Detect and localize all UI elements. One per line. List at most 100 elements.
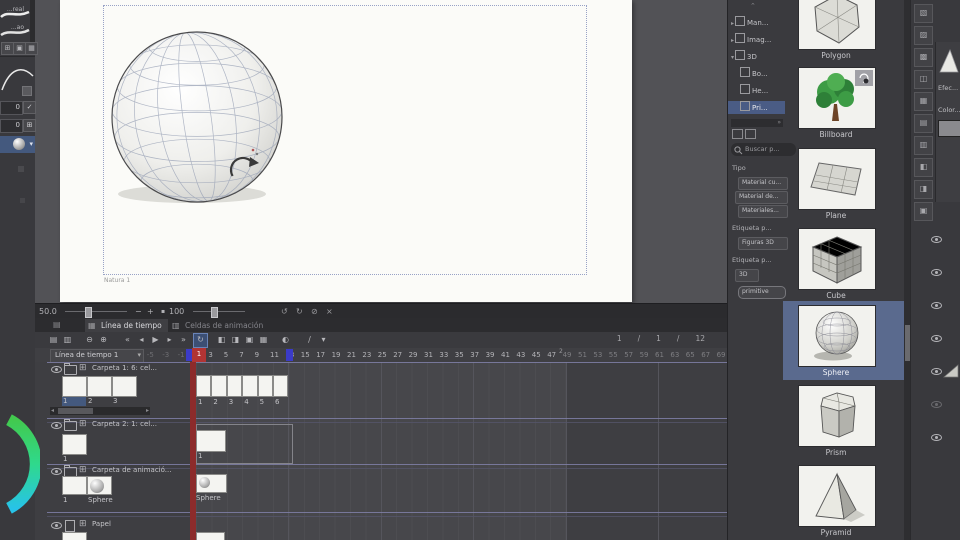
hand-tool-icon[interactable] xyxy=(22,86,32,96)
tree-item-imag[interactable]: ▸ Imag... xyxy=(728,33,785,46)
close-icon[interactable]: × xyxy=(326,306,333,317)
skip-to-end-icon[interactable]: » xyxy=(177,333,190,346)
timeline-cel[interactable] xyxy=(242,375,258,397)
timeline-cel[interactable] xyxy=(196,532,225,540)
filter-tag-primitive[interactable]: primitive xyxy=(738,286,786,299)
onion-skin-settings-icon[interactable]: ▣ xyxy=(243,333,256,346)
filter-type-option-1[interactable]: Material cu... xyxy=(738,177,788,190)
filter-tag-figuras-3d[interactable]: Figuras 3D xyxy=(738,237,788,250)
layer-name[interactable]: Carpeta 1: 6: cel... xyxy=(92,364,157,372)
cel-thumbnail[interactable] xyxy=(87,376,112,397)
filter-type-option-3[interactable]: Materiales... xyxy=(738,205,788,218)
expand-plus-icon[interactable]: ⊞ xyxy=(79,466,87,475)
new-folder-icon[interactable] xyxy=(732,129,743,139)
material-thumbnail-cube-icon[interactable] xyxy=(798,228,876,290)
play-icon[interactable]: ▶ xyxy=(149,333,162,346)
panel-icon-5[interactable]: ▦ xyxy=(914,92,933,111)
expander-icon[interactable]: ▸ xyxy=(731,37,734,44)
layer-visibility-eye-icon[interactable] xyxy=(931,269,942,276)
panel-icon-7[interactable]: ▥ xyxy=(914,136,933,155)
tree-item-he[interactable]: He... xyxy=(728,84,785,97)
keyframe-menu-icon[interactable]: ▾ xyxy=(317,333,330,346)
material-item-prism[interactable]: Prism xyxy=(784,385,904,461)
expand-plus-icon[interactable]: ⊞ xyxy=(79,420,87,429)
cel-thumbnail[interactable] xyxy=(62,434,87,455)
skip-to-start-icon[interactable]: « xyxy=(121,333,134,346)
panel-icon-4[interactable]: ◫ xyxy=(914,70,933,89)
zoom-in-icon[interactable]: ⊕ xyxy=(97,333,110,346)
timeline-selector-dropdown[interactable]: Línea de tiempo 1 ▾ xyxy=(50,349,144,363)
rotate-left-icon[interactable]: ↺ xyxy=(281,306,288,317)
layer-visibility-eye-icon[interactable] xyxy=(51,422,62,429)
layer-visibility-eye-icon[interactable] xyxy=(931,236,942,243)
timeline-list-icon[interactable]: ▥ xyxy=(61,333,74,346)
panel-icon-9[interactable]: ◨ xyxy=(914,180,933,199)
layer-visibility-eye-icon[interactable] xyxy=(931,401,942,408)
layer-name[interactable]: Papel xyxy=(92,520,111,528)
canvas-workspace[interactable]: Natura 1 xyxy=(35,0,727,303)
material-thumbnail-prism-icon[interactable] xyxy=(798,385,876,447)
timeline-ruler[interactable]: Línea de tiempo 1 ▾ -5-3-135791113151719… xyxy=(35,348,727,363)
material-item-cube[interactable]: Cube xyxy=(784,228,904,304)
material-thumbnail-pyramid-icon[interactable] xyxy=(798,465,876,527)
layer-visibility-eye-icon[interactable] xyxy=(931,434,942,441)
rotation-slider[interactable] xyxy=(193,311,245,312)
layer-visibility-eye-icon[interactable] xyxy=(51,468,62,475)
brush-tip-selected-row[interactable]: ▾ xyxy=(0,136,35,153)
material-item-plane[interactable]: Plane xyxy=(784,148,904,224)
zoom-out-button[interactable]: − xyxy=(135,306,142,317)
zoom-in-button[interactable]: + xyxy=(147,306,154,317)
layer-visibility-eye-icon[interactable] xyxy=(931,368,942,375)
cel-thumbnail[interactable] xyxy=(62,476,87,495)
layer-visibility-eye-icon[interactable] xyxy=(51,522,62,529)
tab-animation-cels[interactable]: ▥ Celdas de animación xyxy=(169,319,269,332)
folder-options-icon[interactable] xyxy=(745,129,756,139)
cel-thumbnail[interactable] xyxy=(62,376,87,397)
previous-frame-icon[interactable]: ◂ xyxy=(135,333,148,346)
cel-row-scrollbar[interactable]: ◂ ▸ xyxy=(50,407,150,415)
zoom-slider[interactable] xyxy=(65,311,127,312)
timeline-cel[interactable] xyxy=(211,375,227,397)
timeline-tracks[interactable]: ⊞ Carpeta 1: 6: cel... 123 ◂ ▸ 123456 ⊞ … xyxy=(35,362,727,540)
cel-thumbnail-sphere[interactable] xyxy=(87,476,112,495)
zoom-out-icon[interactable]: ⊖ xyxy=(83,333,96,346)
playhead[interactable]: 1 xyxy=(192,348,206,362)
tree-item-pri[interactable]: Pri... xyxy=(728,101,785,114)
material-thumbnail-polygon-icon[interactable] xyxy=(798,0,876,50)
material-item-billboard[interactable]: Billboard xyxy=(784,67,904,143)
normal-line-icon[interactable]: ∕ xyxy=(303,333,316,346)
timeline-cel[interactable] xyxy=(196,375,212,397)
material-thumbnail-billboard-icon[interactable] xyxy=(798,67,876,129)
zoom-slider-handle[interactable] xyxy=(85,307,92,318)
tree-item-man[interactable]: ▸ Man... xyxy=(728,16,785,29)
timeline-cel[interactable] xyxy=(196,430,226,452)
show-cels-icon[interactable]: ▦ xyxy=(257,333,270,346)
cel-thumbnail[interactable] xyxy=(112,376,137,397)
color-swatch[interactable] xyxy=(938,120,960,137)
material-thumbnail-plane-icon[interactable] xyxy=(798,148,876,210)
expand-plus-icon[interactable]: ⊞ xyxy=(79,520,87,529)
value-stepper-1[interactable]: 0 xyxy=(0,101,23,115)
material-item-pyramid[interactable]: Pyramid xyxy=(784,465,904,540)
preset-icon-3[interactable]: ▦ xyxy=(25,42,38,55)
next-frame-icon[interactable]: ▸ xyxy=(163,333,176,346)
panel-menu-icon[interactable]: ▤ xyxy=(53,320,61,329)
check-button-2[interactable]: ⊞ xyxy=(23,119,36,132)
reset-view-icon[interactable]: ⊘ xyxy=(311,306,318,317)
material-item-sphere[interactable]: Sphere xyxy=(783,301,911,381)
color-wheel[interactable] xyxy=(0,386,40,540)
check-button-1[interactable]: ✓ xyxy=(23,101,36,114)
onion-skin-next-icon[interactable]: ◨ xyxy=(229,333,242,346)
panel-icon-3[interactable]: ▩ xyxy=(914,48,933,67)
timeline-cel[interactable] xyxy=(226,375,243,397)
panel-icon-8[interactable]: ◧ xyxy=(914,158,933,177)
playback-end-marker[interactable] xyxy=(286,349,293,361)
layer-name[interactable]: Carpeta 2: 1: cel... xyxy=(92,420,157,428)
loop-playback-icon[interactable]: ↻ xyxy=(193,333,208,348)
scrollbar-thumb[interactable] xyxy=(58,408,93,414)
scroll-left-icon[interactable]: ◂ xyxy=(51,407,54,415)
panel-icon-2[interactable]: ▨ xyxy=(914,26,933,45)
panel-icon-10[interactable]: ▣ xyxy=(914,202,933,221)
layer-visibility-eye-icon[interactable] xyxy=(51,366,62,373)
expander-icon[interactable]: ▾ xyxy=(731,54,734,61)
